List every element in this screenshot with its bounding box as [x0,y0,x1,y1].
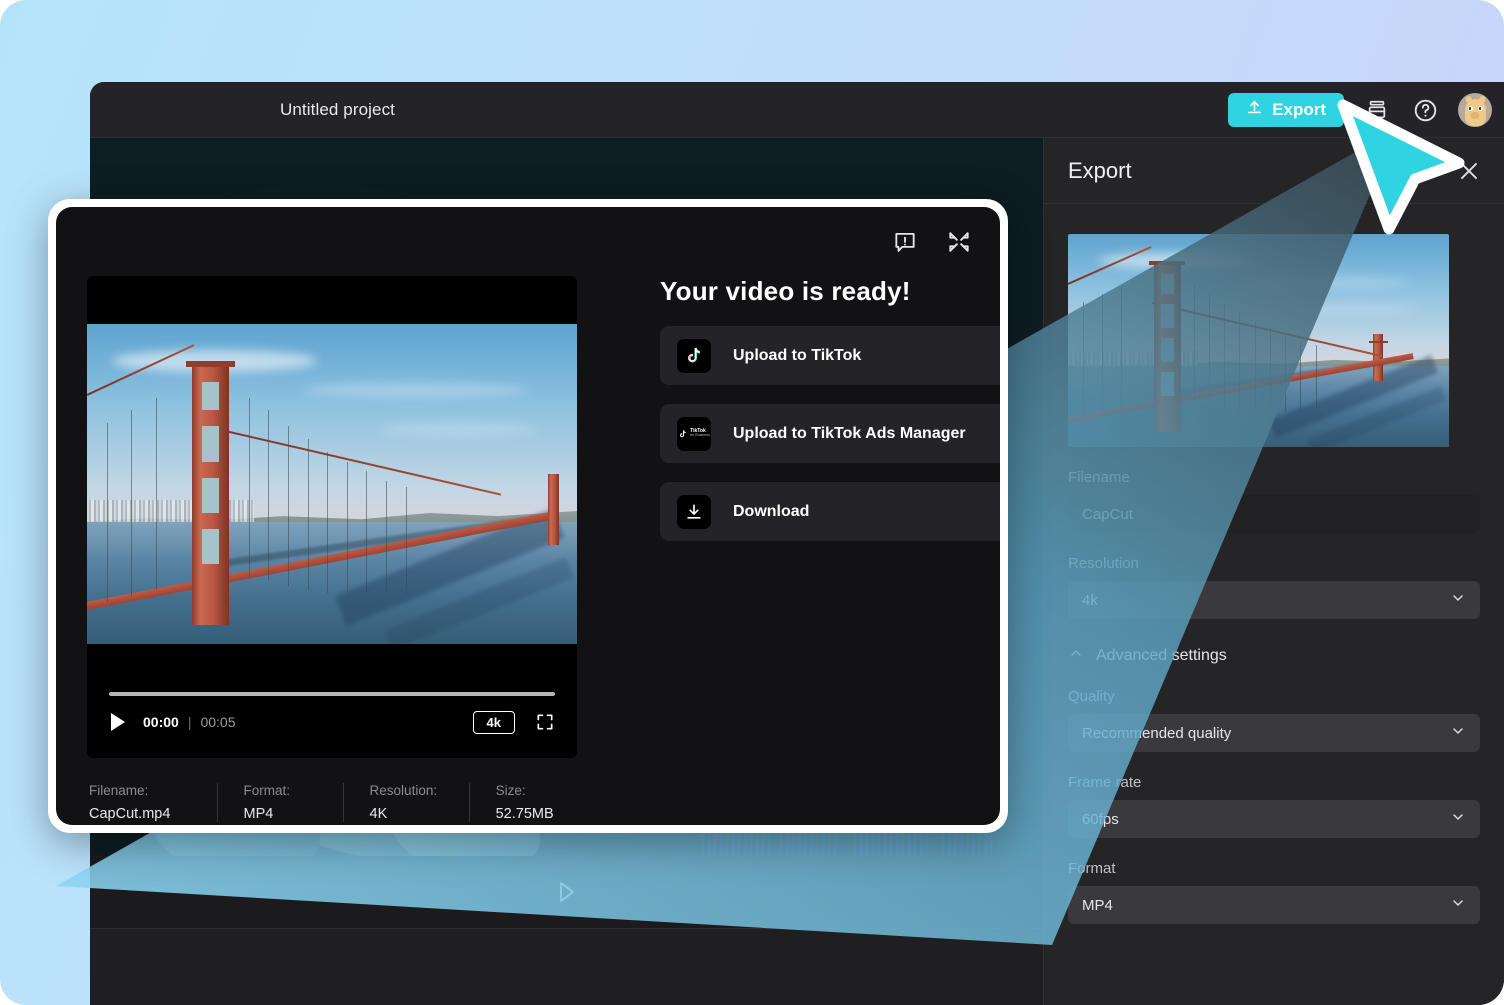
screenshot-stage: Untitled project Export [0,0,1504,1005]
format-value: MP4 [1082,897,1113,914]
video-scrubber[interactable] [109,692,555,696]
resolution-label: Resolution [1068,555,1480,572]
format-label: Format [1068,860,1480,877]
titlebar-actions: Export [1228,82,1492,138]
metadata-item: Filename: CapCut.mp4 [89,783,217,822]
total-time: 00:05 [200,714,235,730]
chevron-down-icon [1450,590,1466,610]
framerate-label: Frame rate [1068,774,1480,791]
advanced-settings-label: Advanced settings [1096,647,1227,665]
video-controls: 00:00 | 00:05 4k [87,670,577,758]
metadata-item: Size: 52.75MB [469,783,577,822]
metadata-value: CapCut.mp4 [89,806,217,822]
action-label: Download [733,503,809,521]
layers-icon[interactable] [1362,95,1392,125]
preview-toolbar [90,856,1043,928]
chevron-up-icon [1068,645,1084,666]
metadata-item: Resolution: 4K [343,783,469,822]
chevron-down-icon [1450,809,1466,829]
format-select[interactable]: MP4 [1068,886,1480,924]
titlebar: Untitled project Export [90,82,1504,138]
dialog-heading: Your video is ready! [660,276,1000,307]
metadata-value: MP4 [244,806,343,822]
fullscreen-icon[interactable] [535,712,555,732]
time-separator: | [188,714,192,730]
metadata-item: Format: MP4 [217,783,343,822]
minimize-icon[interactable] [946,229,972,255]
resolution-select[interactable]: 4k [1068,581,1480,619]
metadata-key: Size: [496,783,577,798]
export-panel-title: Export [1068,158,1132,184]
page-title: Untitled project [280,100,395,120]
download-icon [677,495,711,529]
video-player: 00:00 | 00:05 4k [87,276,577,758]
chevron-down-icon [1450,723,1466,743]
help-icon[interactable] [1410,95,1440,125]
resolution-value: 4k [1082,592,1098,609]
quality-select[interactable]: Recommended quality [1068,714,1480,752]
play-icon[interactable] [109,712,127,732]
download-button[interactable]: Download [660,482,1000,541]
export-panel-header: Export [1044,138,1504,204]
filename-value: CapCut [1082,506,1133,523]
file-metadata: Filename: CapCut.mp4 Format: MP4 Resolut… [87,783,577,822]
export-panel-body: Filename CapCut Resolution 4k [1044,469,1504,924]
framerate-select[interactable]: 60fps [1068,800,1480,838]
video-frame [87,324,577,644]
chevron-right-icon [998,423,1000,445]
upload-to-tiktok-button[interactable]: Upload to TikTok [660,326,1000,385]
dialog-actions-column: Your video is ready! Upload to TikTok [660,276,1000,541]
metadata-value: 4K [370,806,469,822]
metadata-value: 52.75MB [496,806,577,822]
quality-label: Quality [1068,688,1480,705]
filename-label: Filename [1068,469,1480,486]
export-thumbnail [1068,234,1449,447]
feedback-icon[interactable] [892,229,918,255]
export-button[interactable]: Export [1228,93,1344,127]
quality-badge[interactable]: 4k [473,711,515,734]
upload-icon [1246,99,1263,121]
close-icon[interactable] [1456,158,1482,184]
metadata-key: Resolution: [370,783,469,798]
framerate-value: 60fps [1082,811,1119,828]
metadata-key: Filename: [89,783,217,798]
tiktok-business-icon: TikTok for Business [677,417,711,451]
timeline-strip[interactable] [90,928,1043,1005]
dialog-top-icons [892,229,972,255]
action-label: Upload to TikTok [733,347,861,365]
action-label: Upload to TikTok Ads Manager [733,425,966,443]
avatar[interactable] [1458,93,1492,127]
upload-to-tiktok-ads-manager-button[interactable]: TikTok for Business Upload to TikTok Ads… [660,404,1000,463]
export-button-label: Export [1272,100,1326,120]
quality-value: Recommended quality [1082,725,1231,742]
chevron-right-icon [998,345,1000,367]
advanced-settings-toggle[interactable]: Advanced settings [1068,645,1480,666]
current-time: 00:00 [143,714,179,730]
filename-input[interactable]: CapCut [1068,495,1480,533]
chevron-down-icon [1450,895,1466,915]
export-panel: Export [1043,138,1504,1005]
metadata-key: Format: [244,783,343,798]
export-success-dialog: 00:00 | 00:05 4k [48,199,1008,833]
dialog-preview-column: 00:00 | 00:05 4k [87,276,577,822]
play-icon[interactable] [555,879,579,905]
tiktok-icon [677,339,711,373]
